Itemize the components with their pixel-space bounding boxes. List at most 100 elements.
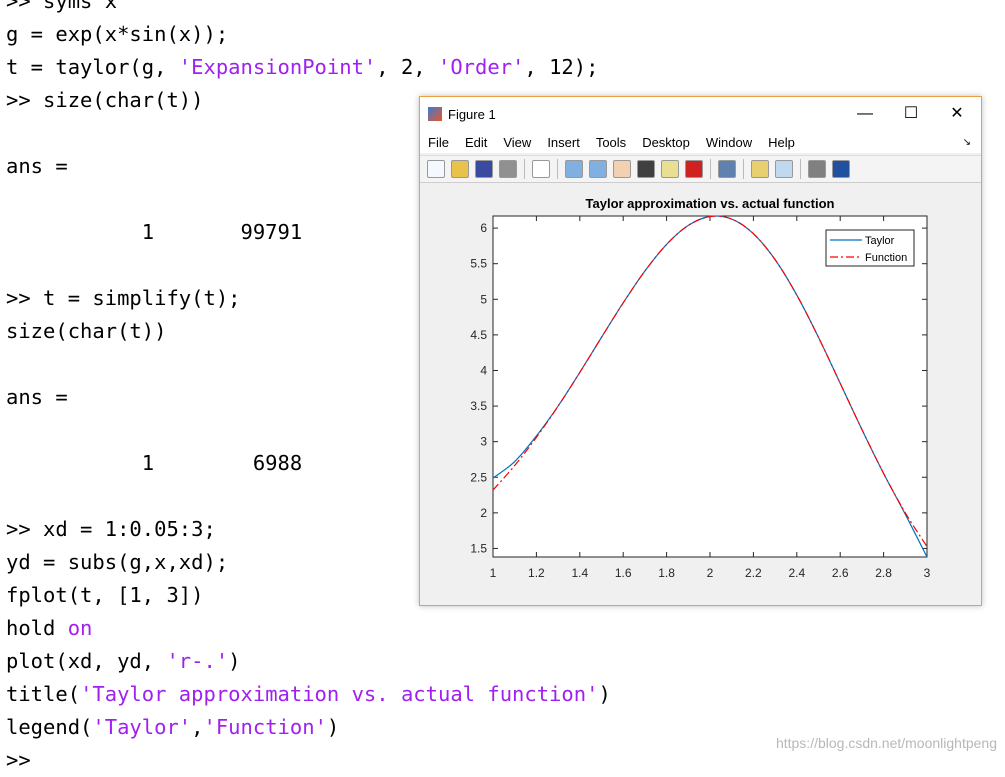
save-icon[interactable] [475,160,493,178]
string-literal: on [67,616,93,640]
y-tick-label: 3.5 [470,399,487,413]
toolbar-separator [524,159,525,179]
brush-icon[interactable] [685,160,703,178]
code-text: ) [598,682,611,706]
menu-desktop[interactable]: Desktop [642,135,690,150]
string-literal: 'r-.' [166,649,229,673]
code-text: ans = [6,154,68,178]
x-tick-label: 2.2 [745,566,762,580]
code-text: 1 6988 [6,451,303,475]
y-tick-label: 4 [480,363,487,377]
code-text: >> syms x [6,0,118,13]
string-literal: 'Order' [438,55,525,79]
x-tick-label: 1.4 [571,566,588,580]
code-text: , [191,715,204,739]
pan-hand-icon[interactable] [613,160,631,178]
colorbar-icon[interactable] [751,160,769,178]
code-text: hold [6,616,68,640]
code-text: size(char(t)) [6,319,167,343]
data-cursor-icon[interactable] [661,160,679,178]
x-tick-label: 1.2 [528,566,545,580]
code-text: >> size(char(t)) [6,88,204,112]
open-file-icon[interactable] [451,160,469,178]
rotate-3d-icon[interactable] [637,160,655,178]
toolbar-separator [710,159,711,179]
y-tick-label: 2 [480,506,487,520]
code-text: >> t = simplify(t); [6,286,241,310]
close-button[interactable]: ✕ [934,103,980,125]
y-tick-label: 5.5 [470,257,487,271]
string-literal: 'Function' [203,715,327,739]
command-line: legend('Taylor','Function') [6,711,611,744]
command-line: >> [6,744,611,777]
toolbar-separator [800,159,801,179]
print-icon[interactable] [499,160,517,178]
code-text: , 12); [524,55,599,79]
command-line: hold on [6,612,611,645]
menu-insert[interactable]: Insert [547,135,580,150]
menu-view[interactable]: View [503,135,531,150]
menu-tools[interactable]: Tools [596,135,626,150]
y-tick-label: 3 [480,435,487,449]
code-text: 1 99791 [6,220,303,244]
window-title: Figure 1 [448,106,496,122]
menu-file[interactable]: File [428,135,449,150]
toolbar-separator [557,159,558,179]
menu-help[interactable]: Help [768,135,795,150]
code-text: t = taylor(g, [6,55,179,79]
x-tick-label: 2.8 [875,566,892,580]
toolbar [420,155,981,183]
y-tick-label: 1.5 [470,541,487,555]
code-text: yd = subs(g,x,xd); [6,550,229,574]
command-line: plot(xd, yd, 'r-.') [6,645,611,678]
plot-area[interactable]: Taylor approximation vs. actual function… [420,183,981,603]
hide-plot-tools-icon[interactable] [808,160,826,178]
dock-icon[interactable]: ↘ [963,137,971,148]
x-tick-label: 2 [707,566,714,580]
command-line: title('Taylor approximation vs. actual f… [6,678,611,711]
y-tick-label: 2.5 [470,470,487,484]
zoom-out-icon[interactable] [589,160,607,178]
zoom-in-icon[interactable] [565,160,583,178]
code-text: plot(xd, yd, [6,649,167,673]
y-tick-label: 4.5 [470,328,487,342]
x-tick-label: 1.8 [658,566,675,580]
code-text: ) [228,649,241,673]
legend-label: Taylor [865,235,895,247]
string-literal: 'Taylor approximation vs. actual functio… [80,682,599,706]
chart-title: Taylor approximation vs. actual function [586,196,835,211]
code-text: legend( [6,715,93,739]
x-tick-label: 3 [924,566,931,580]
figure-window[interactable]: Figure 1 — ☐ ✕ File Edit View Insert Tools Desk… [419,96,982,606]
title-bar[interactable]: Figure 1 — ☐ ✕ [420,97,981,131]
command-line: >> syms x [6,0,611,18]
watermark: https://blog.csdn.net/moonlightpeng [775,735,997,751]
y-tick-label: 5 [480,292,487,306]
x-tick-label: 2.6 [832,566,849,580]
minimize-button[interactable]: — [842,103,888,125]
show-plot-tools-icon[interactable] [832,160,850,178]
maximize-button[interactable]: ☐ [888,103,934,125]
x-tick-label: 1.6 [615,566,632,580]
edit-plot-arrow-icon[interactable] [532,160,550,178]
link-plot-icon[interactable] [718,160,736,178]
code-text: >> [6,748,31,772]
x-tick-label: 1 [490,566,497,580]
new-figure-icon[interactable] [427,160,445,178]
string-literal: 'Taylor' [92,715,192,739]
legend-icon[interactable] [775,160,793,178]
menu-window[interactable]: Window [706,135,752,150]
code-text: ) [326,715,340,739]
code-text: , 2, [376,55,438,79]
matlab-logo-icon [428,107,442,121]
code-text: fplot(t, [1, 3]) [6,583,204,607]
command-line: g = exp(x*sin(x)); [6,18,611,51]
y-tick-label: 6 [480,221,487,235]
code-text: title( [6,682,81,706]
code-text: >> xd = 1:0.05:3; [6,517,216,541]
legend-label: Function [865,252,907,264]
command-line: t = taylor(g, 'ExpansionPoint', 2, 'Orde… [6,51,611,84]
menu-edit[interactable]: Edit [465,135,487,150]
code-text: ans = [6,385,68,409]
menu-bar: File Edit View Insert Tools Desktop Window Help… [420,131,981,153]
